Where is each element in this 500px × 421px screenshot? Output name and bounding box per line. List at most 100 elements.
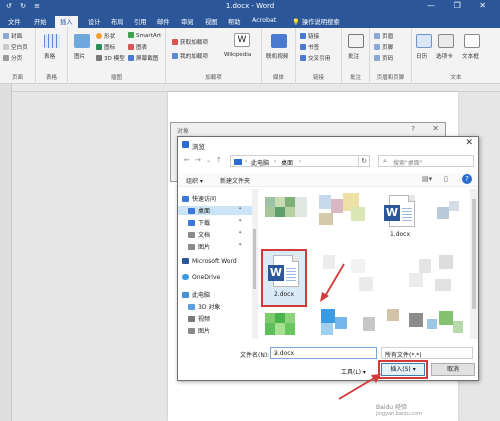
dialog-app-icon xyxy=(182,141,189,148)
tab-file[interactable]: 文件 xyxy=(8,17,21,26)
annotation-arrow xyxy=(320,263,345,302)
cancel-button[interactable]: 取消 xyxy=(431,363,475,376)
tab-insert[interactable]: 插入 xyxy=(55,16,78,28)
cover-page-button[interactable]: 封面 xyxy=(3,32,22,40)
forward-arrow-icon[interactable]: → xyxy=(195,156,201,164)
tab-design[interactable]: 设计 xyxy=(88,17,101,26)
ribbon-group-pages: 封面 空白页 分页 页面 xyxy=(0,28,36,84)
blurred-thumbnail xyxy=(439,255,453,269)
picture-icon xyxy=(74,34,90,48)
file-list[interactable]: W 1.docx W 2.docx xyxy=(259,189,469,339)
online-video-button[interactable]: 联机视频 xyxy=(266,52,288,60)
dialog-title: 浏览 xyxy=(192,143,205,151)
wikipedia-button[interactable]: Wikipedia xyxy=(224,52,251,58)
3d-models-button[interactable]: 3D 模型 xyxy=(96,54,125,62)
text-box-button[interactable]: 文本框 xyxy=(462,52,479,60)
close-icon[interactable]: ✕ xyxy=(432,124,439,133)
chevron-down-icon[interactable]: ▾ xyxy=(413,366,416,373)
scrollbar-thumb[interactable] xyxy=(472,199,476,309)
nav-pictures-pc[interactable]: 图片 xyxy=(188,326,210,335)
new-folder-button[interactable]: 新建文件夹 xyxy=(220,176,250,185)
tab-review[interactable]: 审阅 xyxy=(181,17,194,26)
computer-icon xyxy=(182,292,189,298)
shapes-button[interactable]: 形状 xyxy=(96,32,115,40)
nav-quick-access[interactable]: 快速访问 xyxy=(182,194,216,203)
footer-button[interactable]: 页脚 xyxy=(374,43,393,51)
bookmark-button[interactable]: 书签 xyxy=(300,43,319,51)
page-break-button[interactable]: 分页 xyxy=(3,54,22,62)
tab-references[interactable]: 引用 xyxy=(134,17,147,26)
header-button[interactable]: 页眉 xyxy=(374,32,393,40)
blurred-thumbnail xyxy=(435,279,451,291)
preview-pane-icon[interactable]: ▯ xyxy=(444,175,448,183)
tab-help[interactable]: 帮助 xyxy=(228,17,241,26)
file-list-scrollbar[interactable] xyxy=(470,189,478,339)
page-number-button[interactable]: 页码 xyxy=(374,54,393,62)
blank-page-button[interactable]: 空白页 xyxy=(3,43,28,51)
file-type-select[interactable]: 所有文件(*.*) ⌄ xyxy=(381,347,473,359)
window-controls[interactable]: — ❐ ✕ xyxy=(427,1,494,10)
up-arrow-icon[interactable]: ↑ xyxy=(216,156,222,164)
blurred-thumbnail xyxy=(335,317,347,329)
icons-button[interactable]: 图标 xyxy=(96,43,115,51)
chevron-down-icon[interactable]: ⌄ xyxy=(274,349,374,356)
address-bar[interactable]: › 此电脑 › 桌面 › xyxy=(230,155,370,167)
nav-pane-scrollbar[interactable] xyxy=(252,189,257,339)
tab-view[interactable]: 视图 xyxy=(205,17,218,26)
organize-button[interactable]: 组织 ▾ xyxy=(186,176,203,185)
cross-reference-icon xyxy=(300,55,306,61)
blurred-thumbnail xyxy=(439,311,453,325)
back-arrow-icon[interactable]: ← xyxy=(184,156,190,164)
view-options-icon[interactable]: ▤▾ xyxy=(422,175,432,183)
file-item-selected[interactable]: W 2.docx xyxy=(261,249,307,307)
help-icon[interactable]: ? xyxy=(411,125,415,133)
refresh-button[interactable]: ↻ xyxy=(358,155,370,167)
search-box[interactable]: ⌕ 搜索"桌面" xyxy=(378,155,474,167)
nav-videos[interactable]: 视频 xyxy=(188,314,210,323)
nav-onedrive[interactable]: OneDrive xyxy=(182,274,220,281)
blurred-thumbnail xyxy=(275,313,285,323)
link-button[interactable]: 链接 xyxy=(300,32,319,40)
breadcrumb-separator: › xyxy=(299,158,302,165)
search-placeholder: 搜索"桌面" xyxy=(393,160,423,167)
insert-button[interactable]: 插入(S) ▾ xyxy=(381,363,425,376)
cross-reference-button[interactable]: 交叉引用 xyxy=(300,54,330,62)
recent-locations-dropdown[interactable]: ⌄ xyxy=(206,157,211,164)
nav-3d-objects[interactable]: 3D 对象 xyxy=(188,302,220,311)
tab-acrobat[interactable]: Acrobat xyxy=(252,17,276,24)
tab-home[interactable]: 开始 xyxy=(34,17,47,26)
blurred-thumbnail xyxy=(319,213,333,225)
chart-button[interactable]: 图表 xyxy=(128,43,147,51)
smartart-button[interactable]: SmartArt xyxy=(128,32,161,39)
breadcrumb-this-pc[interactable]: 此电脑 xyxy=(251,158,269,167)
get-addins-button[interactable]: 获取加载项 xyxy=(172,38,208,46)
ribbon-group-label: 文本 xyxy=(450,75,462,81)
horizontal-ruler xyxy=(12,84,500,92)
nav-this-pc[interactable]: 此电脑 xyxy=(182,290,210,299)
blank-page-icon xyxy=(3,44,9,50)
table-button[interactable]: 表格 xyxy=(44,52,55,60)
header-icon xyxy=(374,33,380,39)
scrollbar-thumb[interactable] xyxy=(253,229,256,289)
tell-me-search[interactable]: 💡 操作说明搜索 xyxy=(292,17,340,26)
calendar-button[interactable]: 日历 xyxy=(416,52,427,60)
nav-pictures[interactable]: 图片 xyxy=(188,242,210,251)
filename-input[interactable]: 2.docx ⌄ xyxy=(270,347,377,359)
tab-mailings[interactable]: 邮件 xyxy=(157,17,170,26)
ribbon-group-label: 媒体 xyxy=(272,75,284,81)
comment-button[interactable]: 批注 xyxy=(348,52,359,60)
my-addins-button[interactable]: 我的加载项 xyxy=(172,52,208,60)
nav-microsoft-word[interactable]: Microsoft Word xyxy=(182,258,237,265)
nav-documents[interactable]: 文档 xyxy=(188,230,210,239)
close-icon[interactable]: ✕ xyxy=(465,138,473,148)
screenshot-button[interactable]: 屏幕截图 xyxy=(128,54,158,62)
search-icon: ⌕ xyxy=(383,157,387,165)
help-icon[interactable]: ? xyxy=(462,174,472,184)
tab-layout[interactable]: 布局 xyxy=(111,17,124,26)
nav-downloads[interactable]: 下载 xyxy=(188,218,210,227)
picture-button[interactable]: 图片 xyxy=(74,52,85,60)
store-icon xyxy=(172,39,178,45)
file-item[interactable]: W 1.docx xyxy=(377,191,423,249)
tab-options-button[interactable]: 选项卡 xyxy=(436,52,453,60)
breadcrumb-desktop[interactable]: 桌面 xyxy=(281,158,293,167)
